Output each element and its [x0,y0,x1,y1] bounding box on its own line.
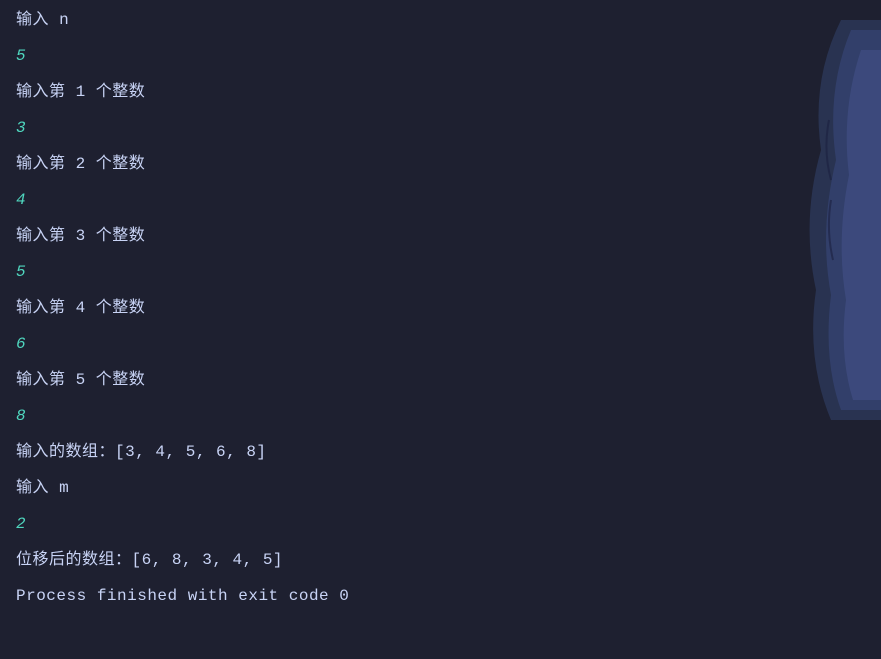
output-line: 位移后的数组：[6, 8, 3, 4, 5] [16,548,865,572]
output-line: 输入第 1 个整数 [16,80,865,104]
output-line: 输入第 3 个整数 [16,224,865,248]
input-line: 3 [16,116,865,140]
input-line: 6 [16,332,865,356]
exit-line: Process finished with exit code 0 [16,584,865,608]
input-line: 4 [16,188,865,212]
output-line: 输入的数组：[3, 4, 5, 6, 8] [16,440,865,464]
input-line: 8 [16,404,865,428]
input-line: 5 [16,260,865,284]
console-output: 输入 n 5 输入第 1 个整数 3 输入第 2 个整数 4 输入第 3 个整数… [0,0,881,628]
output-line: 输入第 5 个整数 [16,368,865,392]
output-line: 输入 m [16,476,865,500]
input-line: 2 [16,512,865,536]
output-line: 输入第 4 个整数 [16,296,865,320]
output-line: 输入第 2 个整数 [16,152,865,176]
input-line: 5 [16,44,865,68]
output-line: 输入 n [16,8,865,32]
